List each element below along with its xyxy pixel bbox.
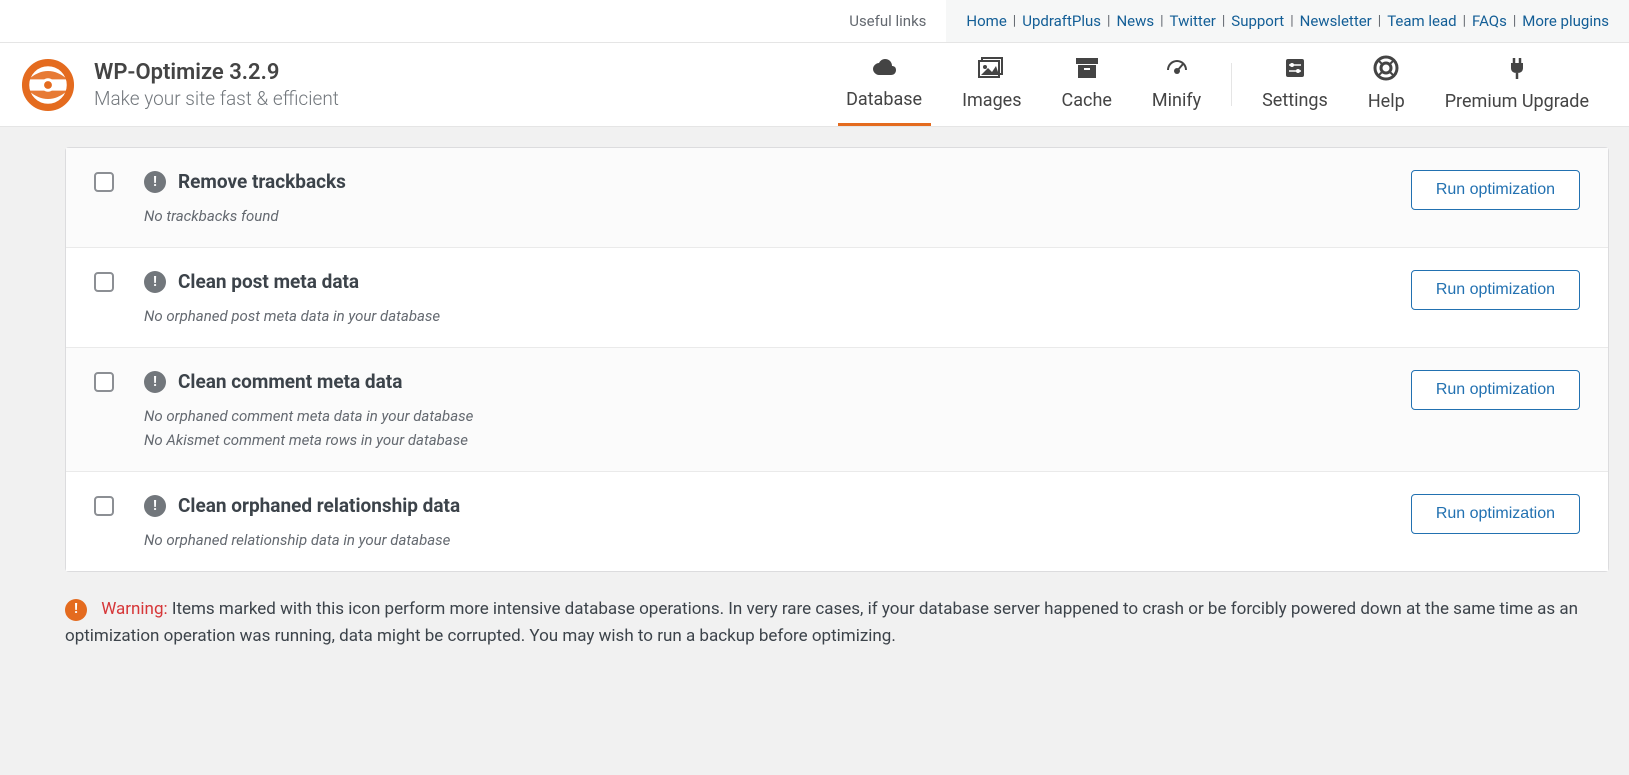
optimization-title: Remove trackbacks xyxy=(178,170,346,193)
nav-cache[interactable]: Cache xyxy=(1042,43,1132,126)
optimization-row-remove-trackbacks: ! Remove trackbacks No trackbacks found … xyxy=(66,148,1608,248)
nav-database[interactable]: Database xyxy=(826,43,942,126)
warning-label: Warning: xyxy=(101,599,167,619)
warning-text: Items marked with this icon perform more… xyxy=(65,599,1578,646)
link-newsletter[interactable]: Newsletter xyxy=(1300,12,1372,30)
exclamation-icon: ! xyxy=(144,271,166,293)
images-icon xyxy=(978,56,1006,84)
run-optimization-button[interactable]: Run optimization xyxy=(1411,494,1580,534)
warning-box: ! Warning: Items marked with this icon p… xyxy=(20,572,1609,650)
run-optimization-button[interactable]: Run optimization xyxy=(1411,170,1580,210)
optimization-row-clean-orphaned-relationship: ! Clean orphaned relationship data No or… xyxy=(66,472,1608,571)
optimization-panel: ! Remove trackbacks No trackbacks found … xyxy=(65,147,1609,572)
useful-links-label: Useful links xyxy=(829,0,946,42)
nav-images[interactable]: Images xyxy=(942,43,1041,126)
checkbox-clean-comment-meta[interactable] xyxy=(94,372,114,392)
nav-label: Premium Upgrade xyxy=(1445,91,1589,112)
nav-label: Help xyxy=(1368,91,1405,112)
exclamation-icon: ! xyxy=(144,171,166,193)
run-optimization-button[interactable]: Run optimization xyxy=(1411,370,1580,410)
optimization-row-clean-comment-meta: ! Clean comment meta data No orphaned co… xyxy=(66,348,1608,472)
checkbox-clean-orphaned-relationship[interactable] xyxy=(94,496,114,516)
brand: WP-Optimize 3.2.9 Make your site fast & … xyxy=(20,45,339,125)
top-bar: Useful links Home| UpdraftPlus| News| Tw… xyxy=(0,0,1629,43)
exclamation-icon: ! xyxy=(65,599,87,621)
nav-label: Database xyxy=(846,89,922,110)
exclamation-icon: ! xyxy=(144,495,166,517)
optimization-desc: No Akismet comment meta rows in your dat… xyxy=(144,431,1391,449)
link-faqs[interactable]: FAQs xyxy=(1472,12,1507,30)
optimization-desc: No orphaned relationship data in your da… xyxy=(144,531,1391,549)
wp-optimize-logo xyxy=(20,57,76,113)
header: WP-Optimize 3.2.9 Make your site fast & … xyxy=(0,43,1629,127)
exclamation-icon: ! xyxy=(144,371,166,393)
optimization-row-clean-post-meta: ! Clean post meta data No orphaned post … xyxy=(66,248,1608,348)
link-news[interactable]: News xyxy=(1116,12,1154,30)
useful-links-list: Home| UpdraftPlus| News| Twitter| Suppor… xyxy=(946,0,1629,42)
optimization-title: Clean comment meta data xyxy=(178,370,402,393)
nav-premium-upgrade[interactable]: Premium Upgrade xyxy=(1425,43,1609,126)
sliders-icon xyxy=(1283,56,1307,84)
link-twitter[interactable]: Twitter xyxy=(1170,12,1216,30)
nav-label: Settings xyxy=(1262,90,1328,111)
nav-settings[interactable]: Settings xyxy=(1242,43,1348,126)
checkbox-remove-trackbacks[interactable] xyxy=(94,172,114,192)
link-support[interactable]: Support xyxy=(1231,12,1284,30)
optimization-desc: No trackbacks found xyxy=(144,207,1391,225)
life-ring-icon xyxy=(1373,55,1399,85)
optimization-title: Clean post meta data xyxy=(178,270,359,293)
link-team-lead[interactable]: Team lead xyxy=(1387,12,1456,30)
nav-divider xyxy=(1231,63,1232,106)
archive-icon xyxy=(1074,56,1100,84)
brand-text: WP-Optimize 3.2.9 Make your site fast & … xyxy=(94,60,339,110)
link-more-plugins[interactable]: More plugins xyxy=(1522,12,1609,30)
optimization-desc: No orphaned post meta data in your datab… xyxy=(144,307,1391,325)
gauge-icon xyxy=(1163,56,1191,84)
optimization-title: Clean orphaned relationship data xyxy=(178,494,460,517)
link-updraftplus[interactable]: UpdraftPlus xyxy=(1022,12,1101,30)
app-tagline: Make your site fast & efficient xyxy=(94,87,339,110)
optimization-desc: No orphaned comment meta data in your da… xyxy=(144,407,1391,425)
cloud-icon xyxy=(870,57,898,83)
nav-help[interactable]: Help xyxy=(1348,43,1425,126)
nav-label: Images xyxy=(962,90,1021,111)
content: ! Remove trackbacks No trackbacks found … xyxy=(0,127,1629,680)
link-home[interactable]: Home xyxy=(966,12,1006,30)
run-optimization-button[interactable]: Run optimization xyxy=(1411,270,1580,310)
nav-label: Cache xyxy=(1062,90,1112,111)
nav-label: Minify xyxy=(1152,90,1201,111)
nav-minify[interactable]: Minify xyxy=(1132,43,1221,126)
app-title: WP-Optimize 3.2.9 xyxy=(94,60,339,85)
main-nav: Database Images Cache Minify Settings xyxy=(826,43,1609,126)
plug-icon xyxy=(1504,55,1530,85)
checkbox-clean-post-meta[interactable] xyxy=(94,272,114,292)
